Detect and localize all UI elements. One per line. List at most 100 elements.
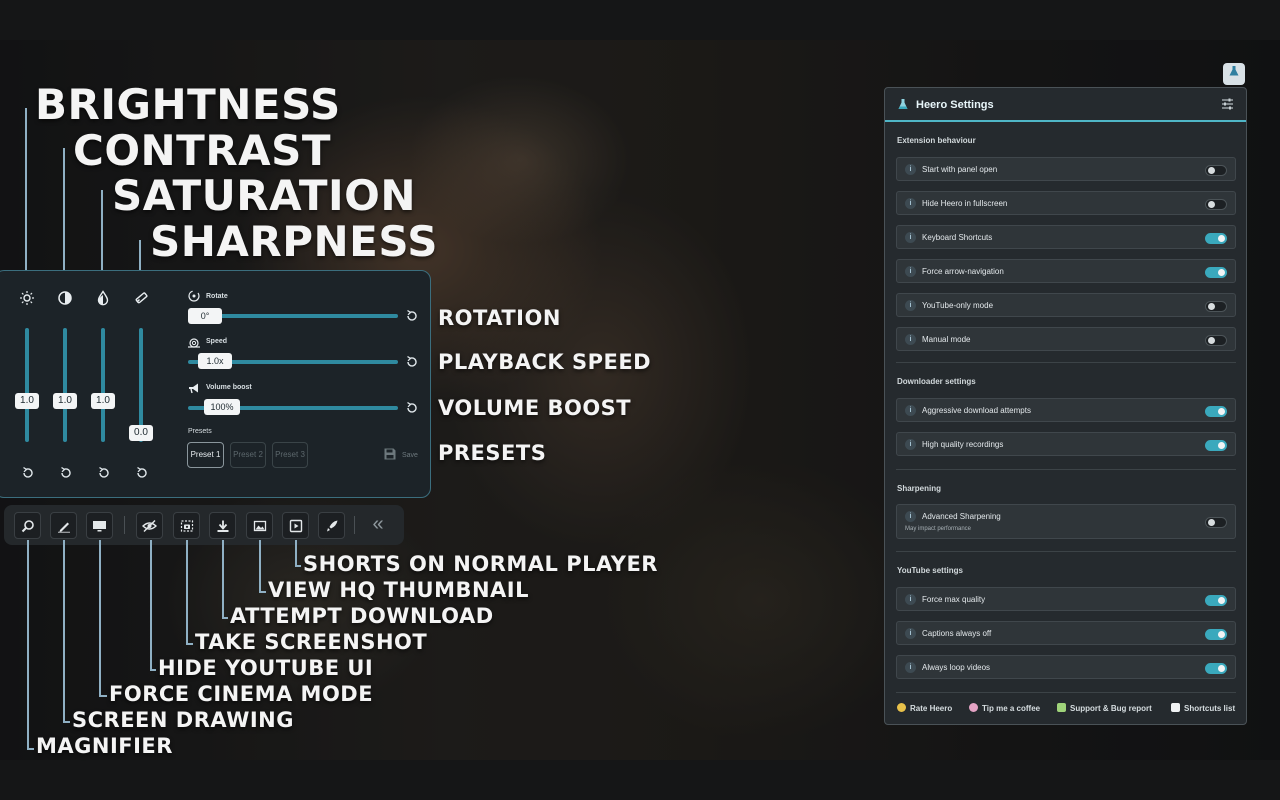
- extra-feature-button[interactable]: [318, 512, 345, 539]
- volume-value: 100%: [204, 399, 240, 415]
- sliders-icon[interactable]: [1221, 98, 1234, 110]
- info-icon: i: [905, 334, 916, 345]
- callout-saturation: SATURATION: [112, 171, 416, 220]
- setting-row-loop-videos[interactable]: i Always loop videos: [896, 655, 1236, 679]
- setting-row-hide-fullscreen[interactable]: i Hide Heero in fullscreen: [896, 191, 1236, 215]
- preset-1-button[interactable]: Preset 1: [187, 442, 224, 468]
- connector-magnifier-tick: [27, 748, 34, 750]
- callout-hide-ui: HIDE YOUTUBE UI: [158, 656, 374, 680]
- tip-coffee-link[interactable]: Tip me a coffee: [969, 703, 1040, 713]
- coffee-icon: [969, 703, 978, 712]
- hide-fullscreen-toggle[interactable]: [1205, 199, 1227, 210]
- section-divider: [896, 362, 1236, 363]
- speed-label: Speed: [206, 338, 228, 345]
- section-divider: [896, 469, 1236, 470]
- rate-heero-link[interactable]: Rate Heero: [897, 703, 952, 713]
- saturation-slider[interactable]: [101, 328, 105, 442]
- shorts-player-button[interactable]: [282, 512, 309, 539]
- setting-row-max-quality[interactable]: i Force max quality: [896, 587, 1236, 611]
- callout-rotation: ROTATION: [438, 306, 561, 330]
- rocket-icon: [326, 520, 337, 531]
- magnifier-button[interactable]: [14, 512, 41, 539]
- bottom-bar: [0, 760, 1280, 800]
- bug-icon: [1057, 703, 1066, 712]
- setting-label: Hide Heero in fullscreen: [922, 199, 1008, 208]
- preset-2-button[interactable]: Preset 2: [230, 442, 266, 468]
- heero-extension-button[interactable]: [1223, 63, 1245, 85]
- keyboard-shortcuts-toggle[interactable]: [1205, 233, 1227, 244]
- download-icon: [217, 520, 228, 532]
- setting-row-advanced-sharpening[interactable]: i Advanced Sharpening May impact performan…: [896, 504, 1236, 539]
- connector-drawing: [63, 540, 65, 723]
- start-open-toggle[interactable]: [1205, 165, 1227, 176]
- screen-drawing-button[interactable]: [50, 512, 77, 539]
- connector-drawing-tick: [63, 721, 70, 723]
- manual-mode-toggle[interactable]: [1205, 335, 1227, 346]
- callout-playback-speed: PLAYBACK SPEED: [438, 350, 652, 374]
- setting-row-manual-mode[interactable]: i Manual mode: [896, 327, 1236, 351]
- hq-thumbnail-button[interactable]: [246, 512, 273, 539]
- setting-row-arrow-navigation[interactable]: i Force arrow-navigation: [896, 259, 1236, 283]
- info-icon: i: [905, 164, 916, 175]
- setting-label: Keyboard Shortcuts: [922, 233, 993, 242]
- arrow-navigation-toggle[interactable]: [1205, 267, 1227, 278]
- loop-videos-toggle[interactable]: [1205, 663, 1227, 674]
- setting-row-youtube-only[interactable]: i YouTube-only mode: [896, 293, 1236, 317]
- hq-recordings-toggle[interactable]: [1205, 440, 1227, 451]
- hide-ui-button[interactable]: [136, 512, 163, 539]
- download-button[interactable]: [209, 512, 236, 539]
- setting-row-aggressive-download[interactable]: i Aggressive download attempts: [896, 398, 1236, 422]
- setting-row-hq-recordings[interactable]: i High quality recordings: [896, 432, 1236, 456]
- collapse-toolbar-icon[interactable]: «: [368, 514, 388, 534]
- top-bar: [0, 0, 1280, 40]
- preset-3-button[interactable]: Preset 3: [272, 442, 308, 468]
- aggressive-download-toggle[interactable]: [1205, 406, 1227, 417]
- max-quality-toggle[interactable]: [1205, 595, 1227, 606]
- volume-reset-icon[interactable]: [405, 401, 419, 415]
- snail-icon: [188, 338, 200, 348]
- connector-shorts-tick: [295, 565, 301, 567]
- shortcuts-list-link[interactable]: Shortcuts list: [1171, 703, 1235, 713]
- contrast-slider[interactable]: [63, 328, 67, 442]
- captions-off-toggle[interactable]: [1205, 629, 1227, 640]
- setting-row-keyboard-shortcuts[interactable]: i Keyboard Shortcuts: [896, 225, 1236, 249]
- section-divider: [896, 551, 1236, 552]
- volume-label: Volume boost: [206, 384, 252, 391]
- screenshot-button[interactable]: [173, 512, 200, 539]
- setting-label: YouTube-only mode: [922, 301, 994, 310]
- setting-row-captions-off[interactable]: i Captions always off: [896, 621, 1236, 645]
- contrast-reset-icon[interactable]: [59, 466, 73, 480]
- sharpness-reset-icon[interactable]: [135, 466, 149, 480]
- brightness-reset-icon[interactable]: [21, 466, 35, 480]
- saturation-reset-icon[interactable]: [97, 466, 111, 480]
- connector-contrast: [63, 148, 65, 280]
- connector-screenshot: [186, 540, 188, 645]
- youtube-only-toggle[interactable]: [1205, 301, 1227, 312]
- rotate-label: Rotate: [206, 293, 228, 300]
- pen-icon: [57, 522, 70, 533]
- saturation-icon: [97, 290, 109, 306]
- save-label[interactable]: Save: [402, 452, 418, 459]
- info-icon: i: [905, 232, 916, 243]
- setting-label: Force max quality: [922, 595, 986, 604]
- cinema-mode-button[interactable]: [86, 512, 113, 539]
- speed-reset-icon[interactable]: [405, 355, 419, 369]
- save-icon[interactable]: [383, 447, 397, 461]
- setting-row-start-open[interactable]: i Start with panel open: [896, 157, 1236, 181]
- callout-presets: PRESETS: [438, 441, 547, 465]
- callout-cinema: FORCE CINEMA MODE: [109, 682, 374, 706]
- connector-hide-ui: [150, 540, 152, 671]
- sharpness-value: 0.0: [129, 425, 153, 441]
- advanced-sharpening-toggle[interactable]: [1205, 517, 1227, 528]
- connector-download-tick: [222, 617, 228, 619]
- brightness-slider[interactable]: [25, 328, 29, 442]
- toolbar-divider: [124, 516, 125, 534]
- rotate-reset-icon[interactable]: [405, 309, 419, 323]
- callout-sharpness: SHARPNESS: [150, 217, 438, 266]
- setting-label: Start with panel open: [922, 165, 998, 174]
- setting-label: Advanced Sharpening: [922, 512, 1001, 521]
- connector-thumbnail-tick: [259, 591, 266, 593]
- support-bug-link[interactable]: Support & Bug report: [1057, 703, 1152, 713]
- contrast-icon: [58, 291, 72, 305]
- connector-screenshot-tick: [186, 643, 193, 645]
